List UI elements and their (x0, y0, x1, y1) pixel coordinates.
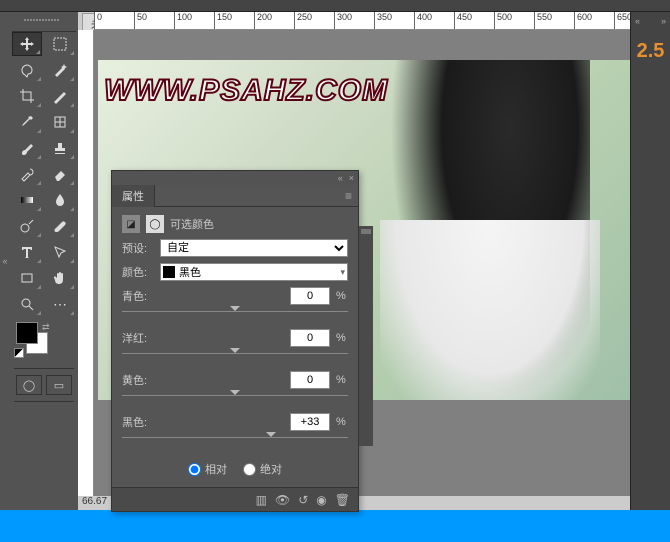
properties-panel: « × 属性 ≡ ◪ ◯ 可选颜色 预设: 自定 颜色: 黑色 ▾ 青色: (111, 170, 359, 512)
cyan-label: 青色: (122, 288, 156, 304)
chevron-down-icon: ▾ (340, 267, 345, 278)
app-menubar (0, 0, 670, 12)
preset-select[interactable]: 自定 (160, 239, 348, 257)
ruler-horizontal: 0501001502002503003504004505005506006507… (94, 12, 630, 30)
sponge-tool[interactable] (45, 214, 75, 238)
black-input[interactable] (290, 413, 330, 431)
magenta-input[interactable] (290, 329, 330, 347)
reset-icon[interactable]: ↺ (298, 493, 308, 507)
cyan-slider[interactable] (122, 307, 348, 321)
type-tool[interactable] (12, 240, 42, 264)
foreground-swatch[interactable] (16, 322, 38, 344)
panel-tabs: 属性 ≡ (112, 185, 358, 207)
eyedropper-tool[interactable] (12, 110, 42, 134)
color-swatches[interactable]: ⇄ (12, 322, 76, 362)
yellow-slider[interactable] (122, 391, 348, 405)
visibility-icon[interactable]: 👁 (275, 493, 290, 507)
hand-tool[interactable] (45, 266, 75, 290)
gradient-tool[interactable] (12, 188, 42, 212)
black-slider[interactable] (122, 433, 348, 447)
color-value: 黑色 (179, 264, 201, 280)
tool-grid: ⋯ (12, 32, 76, 316)
quickmask-icon[interactable]: ◯ (16, 375, 42, 395)
adjustment-name: 可选颜色 (170, 216, 214, 232)
relative-radio[interactable]: 相对 (188, 461, 227, 477)
magenta-label: 洋红: (122, 330, 156, 346)
mode-radios: 相对 绝对 (122, 455, 348, 483)
magic-wand-tool[interactable] (45, 58, 75, 82)
toggle-icon[interactable]: ◉ (316, 493, 326, 507)
brush-tool[interactable] (12, 136, 42, 160)
black-label: 黑色: (122, 414, 156, 430)
yellow-input[interactable] (290, 371, 330, 389)
lasso-tool[interactable] (12, 58, 42, 82)
ruler-vertical (78, 30, 94, 496)
default-colors-icon[interactable] (14, 348, 24, 358)
panel-menu-icon[interactable]: ≡ (339, 189, 358, 203)
magenta-slider[interactable] (122, 349, 348, 363)
expand-right-icon[interactable]: « (635, 16, 640, 26)
collapse-right-icon[interactable]: » (661, 16, 666, 26)
properties-tab[interactable]: 属性 (112, 185, 155, 207)
yellow-label: 黄色: (122, 372, 156, 388)
move-tool[interactable] (12, 32, 42, 56)
panel-chrome[interactable]: « × (112, 171, 358, 185)
collapse-icon[interactable]: « (338, 173, 343, 183)
dodge-tool[interactable] (12, 214, 42, 238)
zoom-level[interactable]: 66.67 (82, 496, 107, 507)
cyan-input[interactable] (290, 287, 330, 305)
color-chip-icon (163, 266, 175, 278)
left-collapse[interactable]: « (0, 12, 10, 510)
close-panel-icon[interactable]: × (349, 173, 354, 183)
rectangle-tool[interactable] (12, 266, 42, 290)
marquee-tool[interactable] (45, 32, 75, 56)
screenmode-icon[interactable]: ▭ (46, 375, 72, 395)
panel-footer: ▥ 👁 ↺ ◉ 🗑 (112, 487, 358, 511)
clip-icon[interactable]: ▥ (256, 493, 267, 507)
slice-tool[interactable] (45, 84, 75, 108)
path-tool[interactable] (45, 240, 75, 264)
crop-tool[interactable] (12, 84, 42, 108)
adjustment-icon[interactable]: ◪ (122, 215, 140, 233)
blur-tool[interactable] (45, 188, 75, 212)
toolbox: ⋯ ⇄ ◯ ▭ (10, 12, 78, 510)
percent-sign: % (336, 290, 348, 302)
panel-scrollbar[interactable] (359, 226, 373, 446)
mask-icon[interactable]: ◯ (146, 215, 164, 233)
panel-body: ◪ ◯ 可选颜色 预设: 自定 颜色: 黑色 ▾ 青色: % 洋红: (112, 207, 358, 487)
more-tool[interactable]: ⋯ (45, 292, 75, 316)
watermark-text: WWW.PSAHZ.COM (104, 74, 388, 108)
stamp-tool[interactable] (45, 136, 75, 160)
preset-label: 预设: (122, 240, 156, 256)
absolute-radio[interactable]: 绝对 (243, 461, 282, 477)
zoom-tool[interactable] (12, 292, 42, 316)
history-brush-tool[interactable] (12, 162, 42, 186)
color-label: 颜色: (122, 264, 156, 280)
toolbox-grip[interactable] (24, 19, 64, 29)
right-panel-strip: » « 2.5 (630, 12, 670, 510)
color-select[interactable]: 黑色 ▾ (160, 263, 348, 281)
trash-icon[interactable]: 🗑 (335, 493, 350, 507)
eraser-tool[interactable] (45, 162, 75, 186)
photo-dress (380, 220, 600, 400)
patch-tool[interactable] (45, 110, 75, 134)
